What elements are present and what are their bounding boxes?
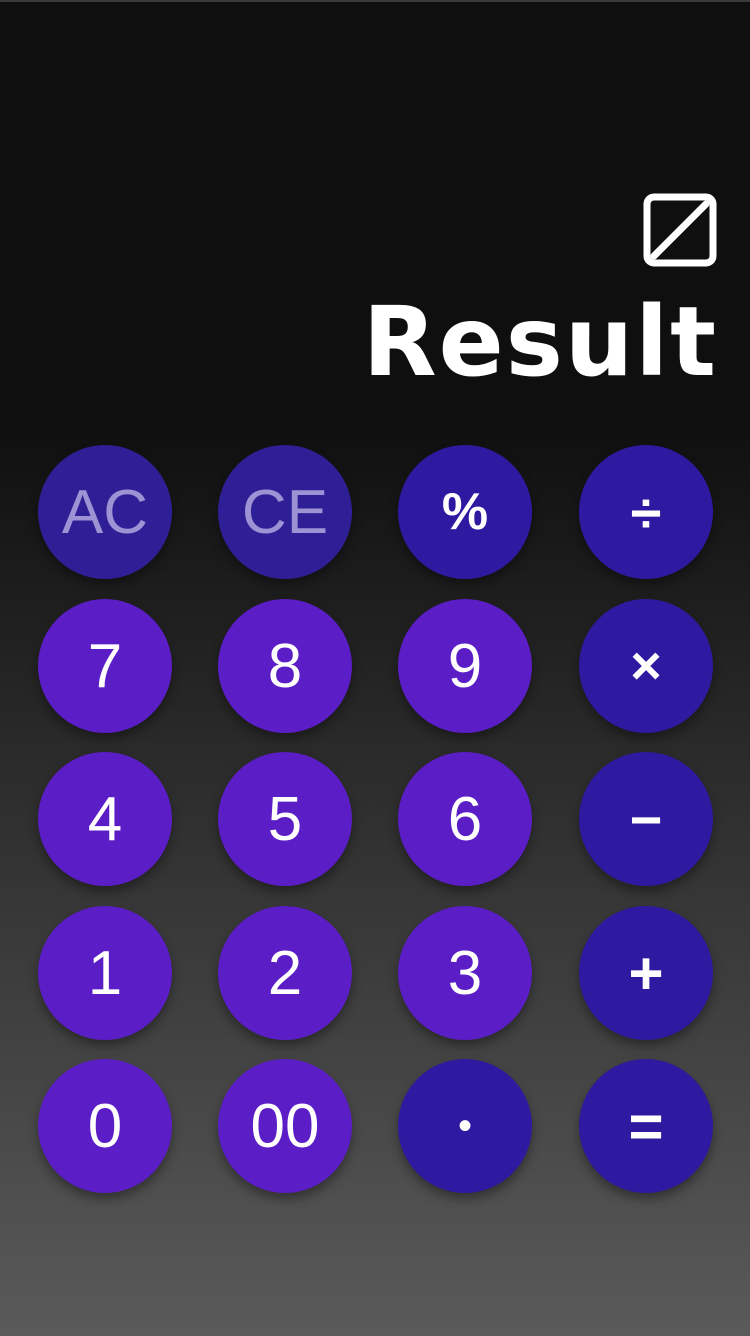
decimal-point-button[interactable]: • [398,1059,532,1193]
percent-button[interactable]: % [398,445,532,579]
display-area: Result [0,0,750,420]
digit-1-button[interactable]: 1 [38,906,172,1040]
digit-5-button[interactable]: 5 [218,752,352,886]
divide-button[interactable]: ÷ [579,445,713,579]
minus-button[interactable]: − [579,752,713,886]
digit-6-button[interactable]: 6 [398,752,532,886]
digit-9-button[interactable]: 9 [398,599,532,733]
digit-0-button[interactable]: 0 [38,1059,172,1193]
digit-4-button[interactable]: 4 [38,752,172,886]
keypad: AC CE % ÷ 7 8 9 × 4 5 6 − 1 2 3 + 0 00 •… [38,445,713,1195]
clear-entry-button[interactable]: CE [218,445,352,579]
double-zero-button[interactable]: 00 [218,1059,352,1193]
multiply-button[interactable]: × [579,599,713,733]
slash-square-icon[interactable] [643,193,717,267]
digit-7-button[interactable]: 7 [38,599,172,733]
digit-3-button[interactable]: 3 [398,906,532,1040]
all-clear-button[interactable]: AC [38,445,172,579]
equals-button[interactable]: = [579,1059,713,1193]
digit-2-button[interactable]: 2 [218,906,352,1040]
plus-button[interactable]: + [579,906,713,1040]
digit-8-button[interactable]: 8 [218,599,352,733]
result-display: Result [362,286,718,398]
